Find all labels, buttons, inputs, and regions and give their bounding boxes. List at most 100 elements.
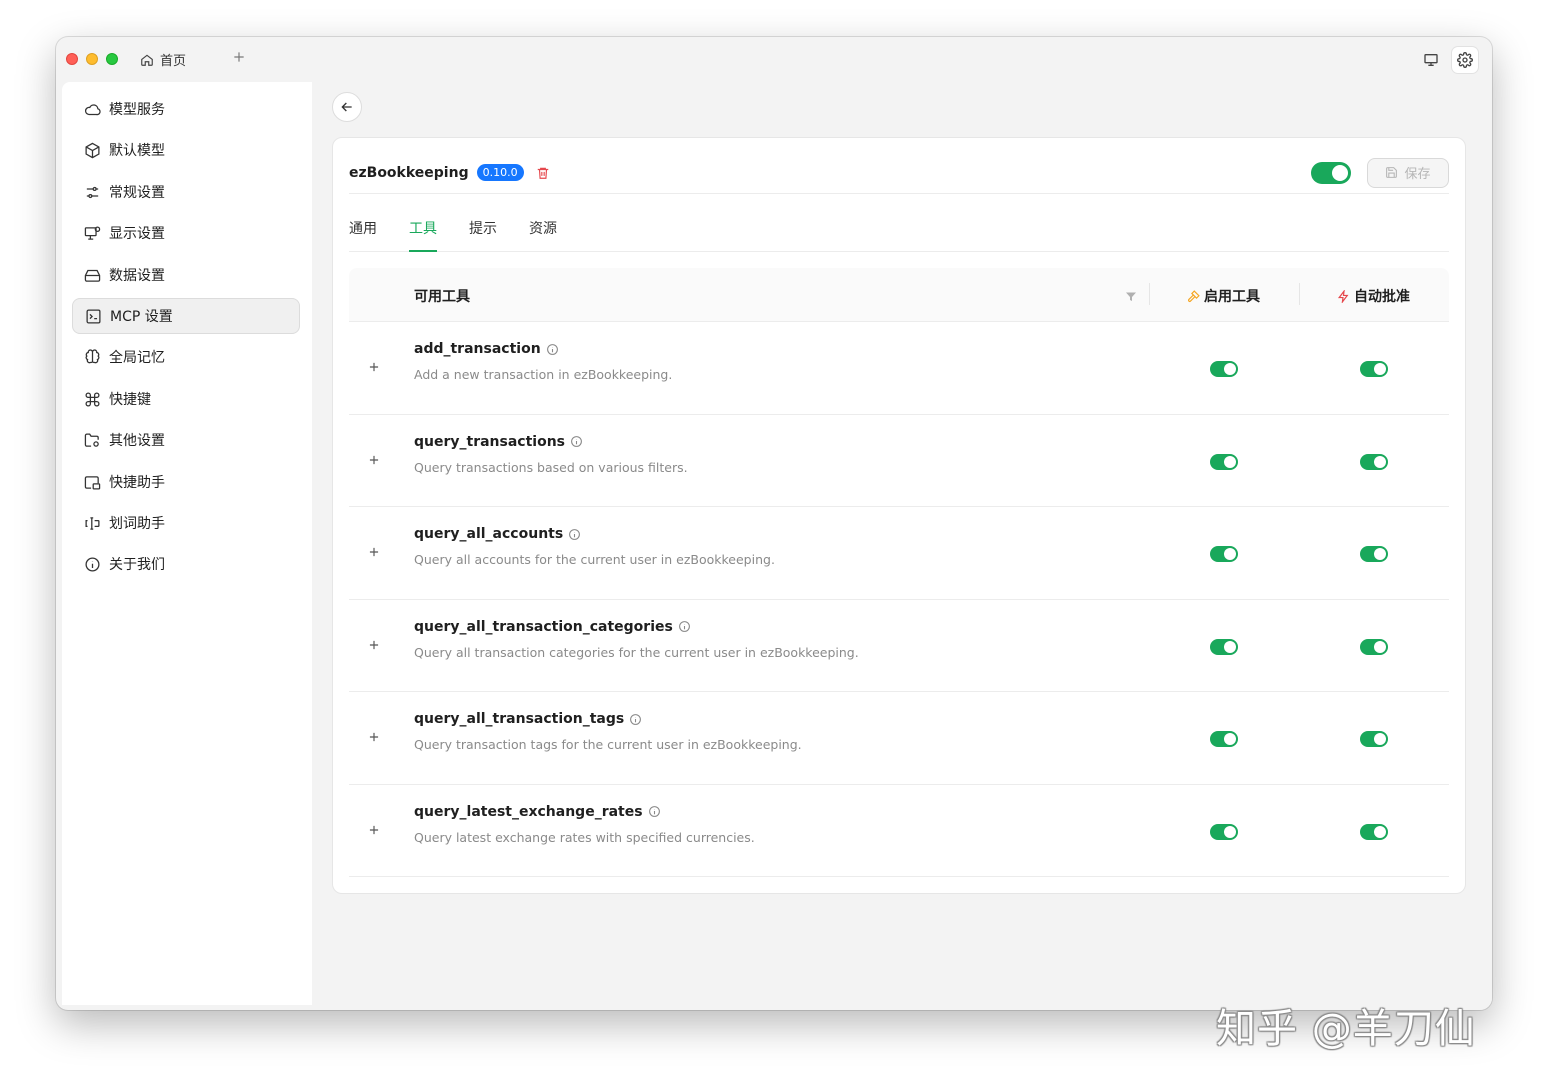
settings-button[interactable] [1452,47,1478,73]
sidebar-item-about-us[interactable]: 关于我们 [72,546,300,582]
sidebar-item-selection-assistant[interactable]: 划词助手 [72,505,300,541]
info-icon[interactable] [546,343,559,356]
enable-tool-toggle[interactable] [1210,546,1238,562]
sidebar-item-label: 显示设置 [109,226,165,242]
back-button[interactable] [332,92,362,122]
terminal-icon [86,308,101,324]
sidebar-item-label: 数据设置 [109,268,165,284]
delete-server-button[interactable] [536,166,550,180]
sidebar-item-shortcuts[interactable]: 快捷键 [72,381,300,417]
column-available-tools: 可用工具 [414,289,470,305]
tab-general[interactable]: 通用 [349,218,377,252]
tab-home-label: 首页 [160,54,187,69]
sidebar-item-label: 快捷助手 [109,475,165,491]
tool-name-text: query_all_transaction_tags [414,711,625,727]
server-name: ezBookkeeping [349,164,469,181]
mcp-server-card: ezBookkeeping 0.10.0 保存 通用 工具 提示 资源 可用工具… [332,137,1466,894]
tool-name-text: query_all_transaction_categories [414,618,673,635]
brain-icon [85,348,100,363]
expand-row-button[interactable] [367,360,381,374]
cloud-icon [84,103,101,115]
sidebar-item-label: 模型服务 [109,102,165,118]
hammer-icon [1187,289,1200,302]
expand-row-button[interactable] [367,453,381,467]
tool-description: Query transaction tags for the current u… [414,737,802,752]
add-tab-button[interactable] [232,48,246,70]
maximize-window-button[interactable] [106,53,118,65]
expand-row-button[interactable] [367,823,381,837]
server-header-actions: 保存 [1311,157,1449,188]
info-icon[interactable] [678,620,691,633]
app-window: 首页 模型服务 默认模型 常规设置 显示设置 数据设置 MCP 设置 全局记忆 … [56,37,1492,1010]
auto-approve-toggle[interactable] [1360,546,1388,562]
gear-icon [1457,52,1473,68]
table-row: query_latest_exchange_rates Query latest… [349,785,1449,877]
table-row: query_all_transaction_tags Query transac… [349,692,1449,785]
watermark: 知乎 @羊刀仙 [1216,1006,1476,1052]
tool-name-text: query_all_accounts [414,526,564,542]
enable-tool-toggle[interactable] [1210,731,1238,747]
auto-approve-toggle[interactable] [1360,638,1388,655]
info-icon[interactable] [648,805,661,818]
column-divider [1299,283,1300,305]
expand-row-button[interactable] [367,638,381,652]
monitor-icon [1424,54,1438,66]
tab-tools[interactable]: 工具 [409,218,437,252]
plus-icon [234,52,244,62]
sidebar-item-quick-assistant[interactable]: 快捷助手 [72,464,300,500]
close-window-button[interactable] [66,53,78,65]
auto-approve-toggle[interactable] [1360,823,1388,840]
arrow-left-icon [341,102,352,112]
sidebar-item-label: 划词助手 [109,516,165,532]
expand-row-button[interactable] [367,730,381,744]
info-icon [85,556,100,572]
expand-row-button[interactable] [367,545,381,559]
filter-button[interactable] [1125,288,1137,307]
server-enabled-toggle[interactable] [1311,161,1351,184]
enable-tool-toggle[interactable] [1210,823,1238,840]
info-icon[interactable] [568,528,581,541]
auto-approve-toggle[interactable] [1360,453,1388,470]
trash-icon [537,167,548,179]
enable-tool-toggle[interactable] [1210,453,1238,470]
sidebar-item-label: MCP 设置 [110,309,173,325]
save-button[interactable]: 保存 [1367,157,1449,188]
app-window-icon [84,475,101,490]
enable-tool-toggle[interactable] [1210,638,1238,655]
sidebar-item-label: 快捷键 [109,392,151,408]
tool-name: query_all_transaction_tags [414,711,642,727]
sidebar-item-label: 常规设置 [109,185,165,201]
table-row: query_all_accounts Query all accounts fo… [349,507,1449,600]
tool-name-text: query_latest_exchange_rates [414,803,643,820]
tool-description: Add a new transaction in ezBookkeeping. [414,367,673,382]
tool-name: query_latest_exchange_rates [414,804,661,820]
display-button[interactable] [1418,47,1444,73]
sidebar-item-mcp-settings[interactable]: MCP 设置 [72,298,300,334]
sidebar-item-other-settings[interactable]: 其他设置 [72,422,300,458]
info-icon[interactable] [629,713,642,726]
column-enable-tool-label: 启用工具 [1204,289,1260,305]
sidebar-item-general-settings[interactable]: 常规设置 [72,174,300,210]
command-icon [85,392,100,406]
tab-prompts[interactable]: 提示 [469,218,497,252]
tab-resources[interactable]: 资源 [529,218,557,252]
sidebar-item-data-settings[interactable]: 数据设置 [72,257,300,293]
sidebar-item-display-settings[interactable]: 显示设置 [72,215,300,251]
lightning-icon [1337,289,1349,303]
sidebar-item-model-service[interactable]: 模型服务 [72,91,300,127]
info-icon[interactable] [570,435,583,448]
auto-approve-toggle[interactable] [1360,731,1388,747]
sidebar-item-default-model[interactable]: 默认模型 [72,132,300,168]
auto-approve-toggle[interactable] [1360,361,1388,377]
tool-name: query_transactions [414,434,583,450]
tab-home[interactable]: 首页 [140,50,186,69]
table-row: add_transaction Add a new transaction in… [349,322,1449,415]
sidebar-item-global-memory[interactable]: 全局记忆 [72,339,300,375]
titlebar-actions [1418,47,1478,73]
enable-tool-toggle[interactable] [1210,361,1238,377]
minimize-window-button[interactable] [86,53,98,65]
save-icon [1386,167,1398,178]
cube-icon [85,142,100,158]
folder-gear-icon [84,432,99,447]
filter-icon [1126,292,1136,301]
